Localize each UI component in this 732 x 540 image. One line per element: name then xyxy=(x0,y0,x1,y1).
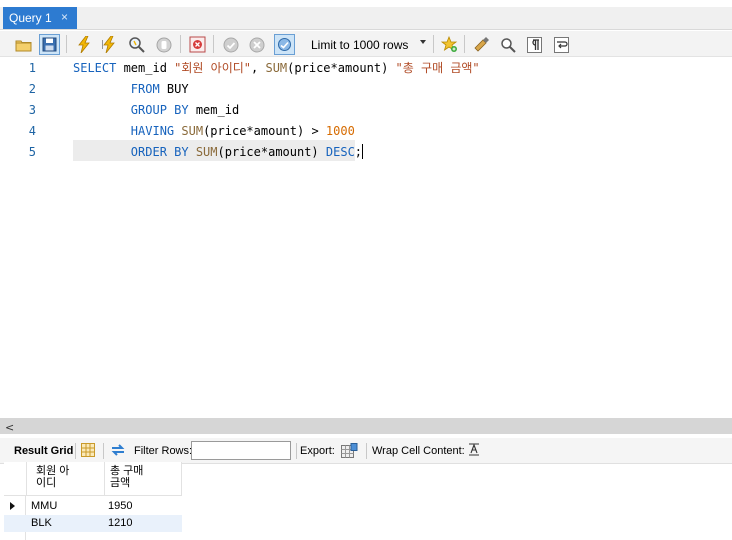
commit-check-icon[interactable] xyxy=(220,34,241,55)
toolbar-separator xyxy=(66,35,67,53)
scroll-left-arrow[interactable]: < xyxy=(5,421,14,434)
limit-rows-select[interactable]: Limit to 1000 rows xyxy=(305,35,430,54)
code-token: BUY xyxy=(159,82,189,96)
code-token: (price*amount) xyxy=(287,61,396,75)
code-line[interactable]: HAVING SUM(price*amount) > 1000 xyxy=(73,121,355,142)
find-magnifier-icon[interactable] xyxy=(497,34,518,55)
cell-member-id[interactable]: BLK xyxy=(31,517,52,529)
result-grid-label[interactable]: Result Grid xyxy=(14,445,73,457)
grid-header: 회원 아 이디 총 구매 금액 xyxy=(4,462,182,496)
cell-total[interactable]: 1950 xyxy=(108,500,132,512)
code-token: mem_id xyxy=(188,103,240,117)
code-token: SELECT xyxy=(73,61,117,75)
filter-rows-label: Filter Rows: xyxy=(134,445,193,457)
tab-query-1[interactable]: Query 1 × xyxy=(3,7,77,29)
code-token: DESC xyxy=(325,145,355,159)
code-line[interactable]: SELECT mem_id "회원 아이디", SUM(price*amount… xyxy=(73,58,480,79)
code-token: SUM xyxy=(195,145,218,159)
chevron-down-icon xyxy=(420,40,426,44)
line-number: 5 xyxy=(28,145,36,159)
toolbar-separator xyxy=(213,35,214,53)
toolbar-separator xyxy=(296,443,297,459)
invisible-characters-icon[interactable] xyxy=(524,34,545,55)
open-folder-icon[interactable] xyxy=(13,34,34,55)
code-token: mem_id xyxy=(116,61,175,75)
grid-view-icon[interactable] xyxy=(81,443,95,460)
table-row[interactable]: BLK 1210 xyxy=(4,515,182,532)
sql-editor[interactable]: 12345 SELECT mem_id "회원 아이디", SUM(price*… xyxy=(0,58,732,418)
code-token: HAVING xyxy=(130,124,175,138)
code-token: ; xyxy=(354,145,363,159)
filter-rows-input[interactable] xyxy=(191,441,291,460)
beautify-brush-icon[interactable] xyxy=(471,34,492,55)
code-token: SUM xyxy=(265,61,288,75)
line-number: 1 xyxy=(28,61,36,75)
code-token: GROUP BY xyxy=(130,103,189,117)
execute-lightning-icon[interactable] xyxy=(73,34,94,55)
toolbar-separator xyxy=(103,443,104,459)
refresh-arrows-icon[interactable] xyxy=(110,443,126,460)
query-toolbar: Limit to 1000 rows xyxy=(0,31,732,57)
wrap-cell-content-label: Wrap Cell Content: xyxy=(372,445,465,457)
save-icon[interactable] xyxy=(39,34,60,55)
autocommit-toggle-icon[interactable] xyxy=(274,34,295,55)
column-divider xyxy=(181,462,182,496)
code-token: "총 구매 금액" xyxy=(395,61,480,75)
export-icon[interactable] xyxy=(341,443,358,462)
table-row[interactable]: MMU 1950 xyxy=(4,498,182,515)
code-token: 1000 xyxy=(325,124,355,138)
code-token: FROM xyxy=(130,82,160,96)
bookmark-star-icon[interactable] xyxy=(439,34,460,55)
line-number: 4 xyxy=(28,124,36,138)
execute-current-icon[interactable] xyxy=(99,34,120,55)
cell-total[interactable]: 1210 xyxy=(108,517,132,529)
close-icon[interactable]: × xyxy=(61,10,68,24)
tab-bar: Query 1 × xyxy=(0,0,732,30)
toolbar-separator xyxy=(366,443,367,459)
code-token: SUM xyxy=(181,124,204,138)
horizontal-scrollbar[interactable]: < xyxy=(0,418,732,434)
code-token: , xyxy=(251,61,266,75)
code-token: ORDER BY xyxy=(130,145,189,159)
toolbar-separator xyxy=(180,35,181,53)
toggle-error-icon[interactable] xyxy=(187,34,208,55)
code-token: (price*amount) xyxy=(217,145,326,159)
limit-rows-value: Limit to 1000 rows xyxy=(311,37,409,52)
result-toolbar: Result Grid Filter Rows: Export: Wrap Ce… xyxy=(0,438,732,464)
code-line[interactable]: ORDER BY SUM(price*amount) DESC; xyxy=(73,142,364,163)
code-token: (price*amount) > xyxy=(203,124,326,138)
line-number: 3 xyxy=(28,103,36,117)
explain-magnifier-icon[interactable] xyxy=(126,34,147,55)
column-divider xyxy=(104,462,105,496)
cell-member-id[interactable]: MMU xyxy=(31,500,57,512)
stop-hand-icon[interactable] xyxy=(153,34,174,55)
code-token: "회원 아이디" xyxy=(174,61,252,75)
word-wrap-icon[interactable] xyxy=(551,34,572,55)
toolbar-separator xyxy=(75,443,76,459)
rollback-x-icon[interactable] xyxy=(246,34,267,55)
column-divider xyxy=(26,462,27,496)
code-line[interactable]: GROUP BY mem_id xyxy=(73,100,239,121)
toolbar-separator xyxy=(464,35,465,53)
toolbar-separator xyxy=(433,35,434,53)
wrap-text-icon[interactable] xyxy=(468,443,480,460)
current-row-arrow-icon xyxy=(10,502,15,510)
tab-strip xyxy=(0,7,732,29)
tab-label: Query 1 xyxy=(9,11,52,25)
line-number: 2 xyxy=(28,82,36,96)
code-line[interactable]: FROM BUY xyxy=(73,79,189,100)
text-cursor xyxy=(362,144,364,159)
export-label: Export: xyxy=(300,445,335,457)
column-header-member-id[interactable]: 회원 아 이디 xyxy=(36,465,69,489)
column-header-total-purchase[interactable]: 총 구매 금액 xyxy=(110,465,143,489)
